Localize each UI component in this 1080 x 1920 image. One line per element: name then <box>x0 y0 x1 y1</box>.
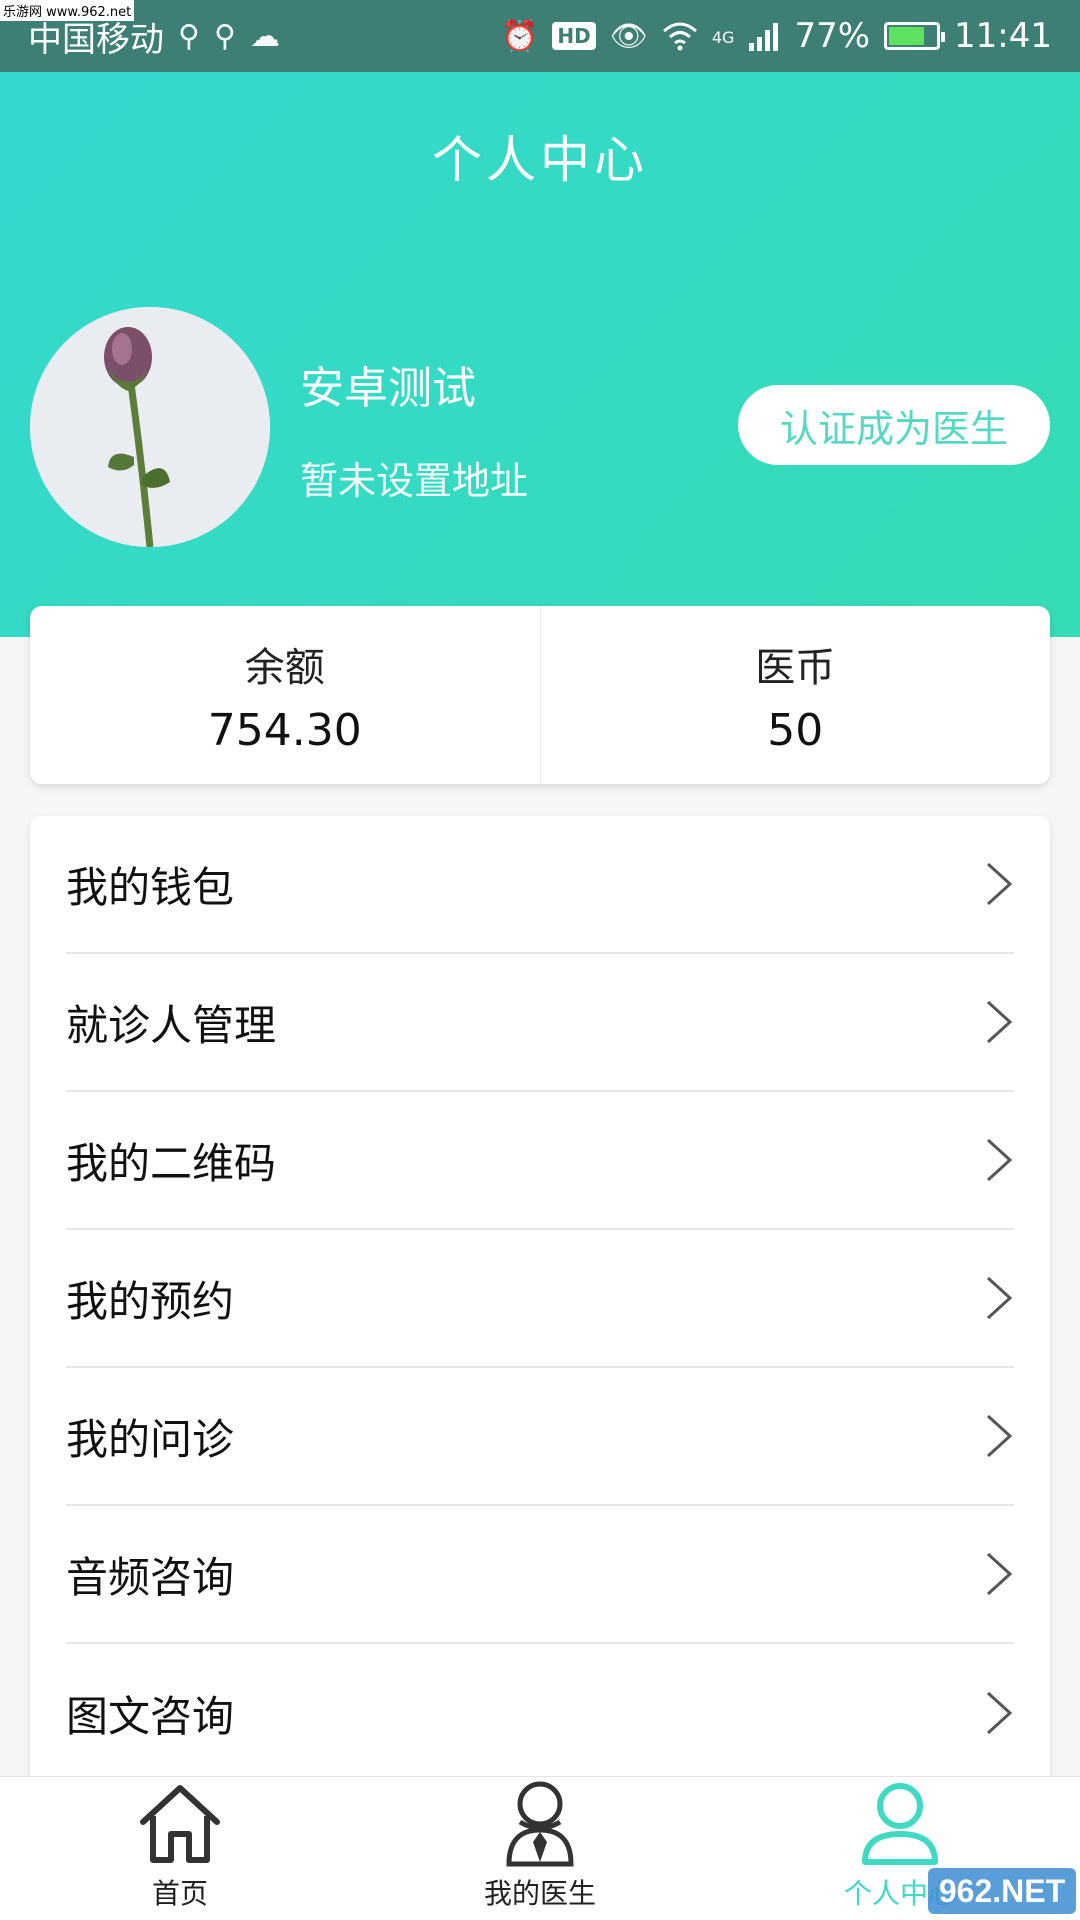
coin-stat[interactable]: 医币 50 <box>539 606 1051 784</box>
signal-icon <box>749 23 779 51</box>
home-icon <box>140 1785 220 1863</box>
chevron-right-icon <box>986 1552 1013 1596</box>
stats-card: 余额 754.30 医币 50 <box>30 606 1050 784</box>
tab-my-doctor[interactable]: 我的医生 <box>360 1777 720 1920</box>
flower-avatar-image <box>30 307 270 547</box>
wifi-icon <box>662 22 697 51</box>
menu-item-label: 图文咨询 <box>66 1691 235 1741</box>
watermark-top: 乐游网 www.962.net <box>0 0 135 21</box>
balance-stat[interactable]: 余额 754.30 <box>30 606 540 784</box>
usb-icon-2: ⚲ <box>213 18 236 54</box>
menu-item-consultations[interactable]: 我的问诊 <box>66 1368 1014 1506</box>
profile-header: 个人中心 安卓测试 暂未设置地址 认证成为医生 <box>0 72 1080 637</box>
tab-label: 我的医生 <box>483 1877 596 1910</box>
alarm-icon: ⏰ <box>501 18 539 54</box>
bottom-tab-bar: 首页 我的医生 个人中心 <box>0 1776 1080 1920</box>
battery-fill <box>889 27 925 45</box>
verify-doctor-button[interactable]: 认证成为医生 <box>738 385 1050 465</box>
chevron-right-icon <box>986 862 1013 906</box>
tab-home[interactable]: 首页 <box>0 1777 360 1920</box>
menu-item-label: 我的钱包 <box>66 862 235 912</box>
menu-item-label: 我的预约 <box>66 1276 235 1326</box>
user-name: 安卓测试 <box>300 363 476 414</box>
tab-label: 首页 <box>151 1877 208 1910</box>
page-title: 个人中心 <box>432 131 648 189</box>
coin-label: 医币 <box>755 644 836 691</box>
battery-percent: 77% <box>794 16 871 56</box>
chevron-right-icon <box>986 1276 1013 1320</box>
coin-value: 50 <box>767 704 824 756</box>
menu-item-appointments[interactable]: 我的预约 <box>66 1230 1014 1368</box>
network-type: 4G <box>711 28 735 47</box>
balance-label: 余额 <box>244 644 325 691</box>
user-address[interactable]: 暂未设置地址 <box>300 450 528 505</box>
battery-icon <box>884 22 946 50</box>
menu-item-qrcode[interactable]: 我的二维码 <box>66 1092 1014 1230</box>
chevron-right-icon <box>986 1691 1013 1735</box>
menu-item-label: 就诊人管理 <box>66 1000 277 1050</box>
chevron-right-icon <box>986 1414 1013 1458</box>
chevron-right-icon <box>986 1000 1013 1044</box>
menu-list: 我的钱包 就诊人管理 我的二维码 我的预约 我的问诊 音频咨询 图文咨询 <box>30 816 1050 1816</box>
chevron-right-icon <box>986 1138 1013 1182</box>
menu-item-label: 音频咨询 <box>66 1552 235 1602</box>
menu-item-label: 我的问诊 <box>66 1414 235 1464</box>
menu-item-audio-consult[interactable]: 音频咨询 <box>66 1506 1014 1644</box>
clock: 11:41 <box>954 16 1052 56</box>
usb-icon: ⚲ <box>178 18 200 54</box>
user-icon <box>862 1783 938 1865</box>
hd-badge: HD <box>552 22 596 50</box>
watermark-bottom: 962.NET <box>928 1868 1076 1914</box>
eye-icon: 👁 <box>609 18 648 54</box>
menu-item-label: 我的二维码 <box>66 1138 277 1188</box>
menu-item-wallet[interactable]: 我的钱包 <box>66 816 1014 954</box>
status-bar: 中国移动 ⚲ ⚲ ☁ ⏰ HD 👁 4G 77% 11:41 <box>0 0 1080 72</box>
weather-icon: ☁ <box>249 18 280 54</box>
avatar[interactable] <box>30 307 270 547</box>
balance-value: 754.30 <box>207 704 362 756</box>
status-right: ⏰ HD 👁 4G 77% 11:41 <box>501 16 1052 56</box>
menu-item-text-consult[interactable]: 图文咨询 <box>66 1644 1014 1782</box>
doctor-icon <box>506 1781 574 1867</box>
menu-item-patients[interactable]: 就诊人管理 <box>66 954 1014 1092</box>
